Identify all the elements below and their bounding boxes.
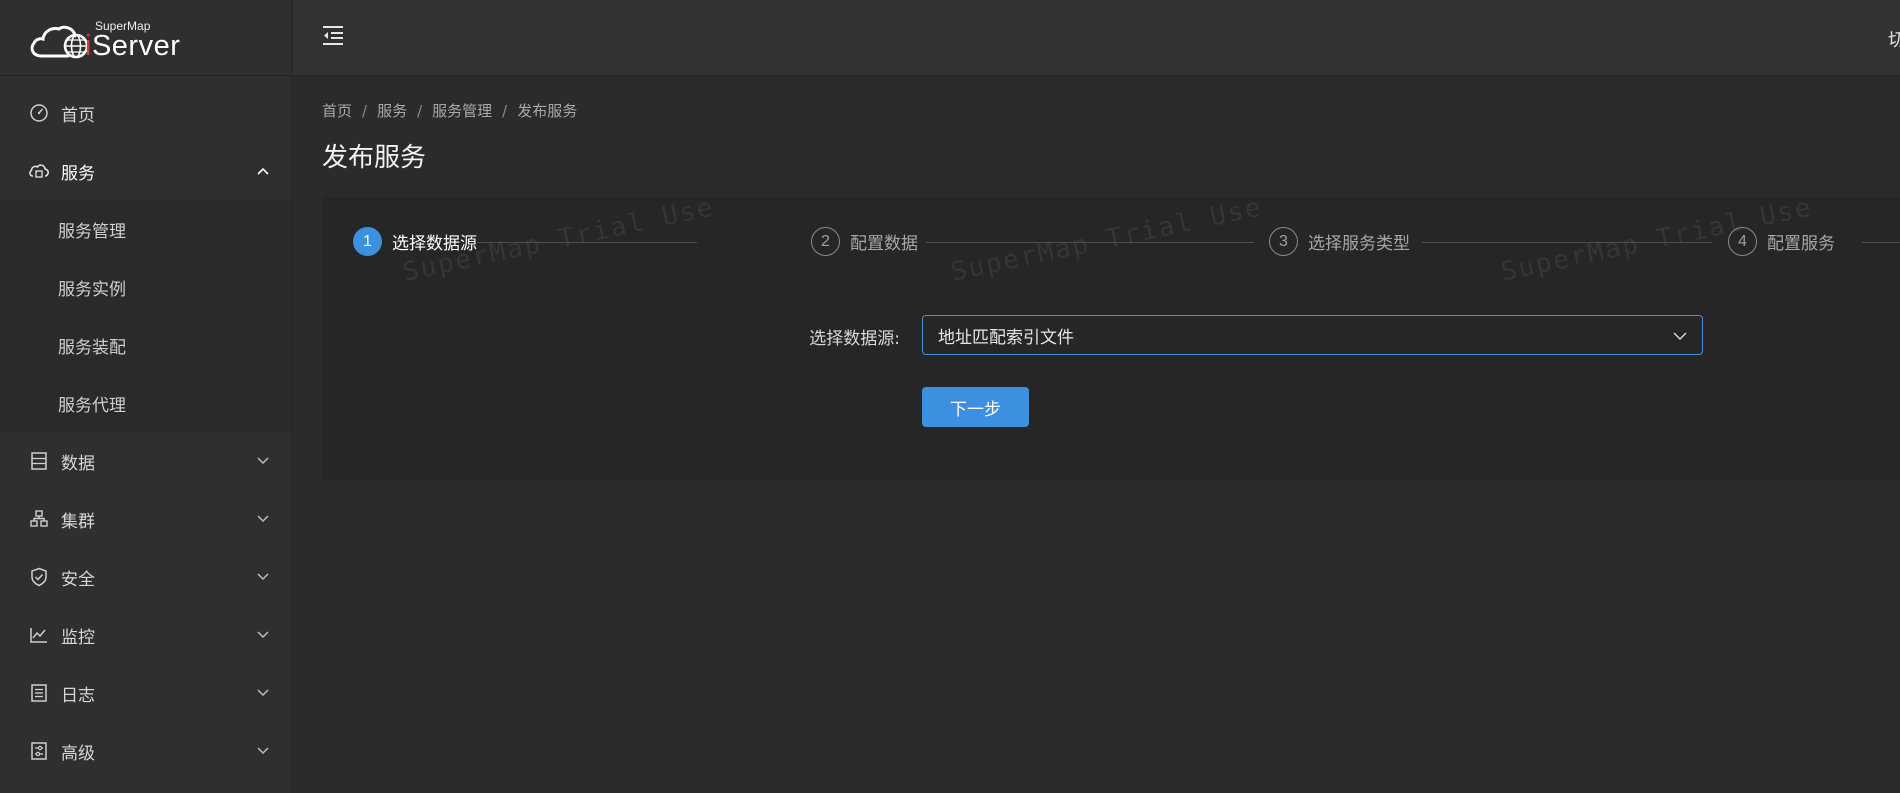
step-number: 1 [353, 227, 382, 256]
database-icon [28, 450, 50, 472]
sidebar-item-label: 集群 [61, 511, 95, 532]
sidebar-subitem-service-management[interactable]: 服务管理 [0, 200, 291, 258]
datasource-selected-value: 地址匹配索引文件 [938, 327, 1074, 348]
sidebar-item-cluster[interactable]: 集群 [0, 490, 291, 548]
header-switch-button[interactable]: 切 [1888, 26, 1900, 52]
sidebar-item-advanced[interactable]: 高级 [0, 722, 291, 780]
chevron-down-icon [257, 629, 269, 641]
sidebar: SuperMap iServer 首页 服务 服务管理 服务实例 服务装配 服务… [0, 0, 292, 793]
top-header: 切 [293, 0, 1900, 76]
sidebar-subitem-service-instances[interactable]: 服务实例 [0, 258, 291, 316]
logo-product-prefix: i [85, 29, 92, 62]
sidebar-subitem-service-assembly[interactable]: 服务装配 [0, 316, 291, 374]
sidebar-item-home[interactable]: 首页 [0, 84, 291, 142]
breadcrumb-service[interactable]: 服务 [377, 100, 407, 121]
step-connector [926, 242, 1254, 243]
dashboard-icon [28, 102, 50, 124]
step-select-service-type: 3 选择服务类型 [1269, 227, 1410, 256]
sidebar-item-label: 日志 [61, 685, 95, 706]
app-logo[interactable]: SuperMap iServer [0, 0, 291, 76]
menu-fold-icon[interactable] [321, 24, 347, 50]
chevron-down-icon [257, 745, 269, 757]
chevron-down-icon [257, 687, 269, 699]
step-label: 配置数据 [850, 234, 918, 254]
sidebar-item-label: 服务 [61, 163, 95, 184]
step-connector [477, 242, 697, 243]
chevron-up-icon [257, 165, 269, 177]
sidebar-subitem-service-proxy[interactable]: 服务代理 [0, 374, 291, 432]
step-label: 配置服务 [1767, 234, 1835, 254]
datasource-form-row: 选择数据源: 地址匹配索引文件 [322, 315, 1900, 355]
step-select-datasource: 1 选择数据源 [353, 227, 477, 256]
logo-product-name: Server [91, 29, 181, 62]
step-connector [1862, 242, 1900, 243]
datasource-label: 选择数据源: [809, 329, 900, 349]
chevron-down-icon [257, 455, 269, 467]
chevron-down-icon [257, 513, 269, 525]
logo-lockup: SuperMap iServer [28, 16, 198, 63]
sidebar-item-label: 高级 [61, 743, 95, 764]
cloud-globe-icon [30, 25, 89, 58]
step-label: 选择数据源 [392, 234, 477, 254]
sidebar-item-label: 安全 [61, 569, 95, 590]
wizard-steps: 1 选择数据源 2 配置数据 3 选择服务类型 4 配置服务 [322, 197, 1900, 287]
sidebar-item-data[interactable]: 数据 [0, 432, 291, 490]
datasource-select[interactable]: 地址匹配索引文件 [922, 315, 1703, 355]
chevron-down-icon [257, 571, 269, 583]
sidebar-menu: 首页 服务 服务管理 服务实例 服务装配 服务代理 数据 集群 安全 监控 日志… [0, 76, 291, 780]
page-title: 发布服务 [322, 143, 427, 173]
breadcrumb-publish-service: 发布服务 [517, 102, 578, 120]
step-number: 4 [1728, 227, 1757, 256]
publish-wizard-card: SuperMap Trial Use SuperMap Trial Use Su… [322, 192, 1900, 480]
sidebar-item-log[interactable]: 日志 [0, 664, 291, 722]
breadcrumb: 首页 / 服务 / 服务管理 / 发布服务 [322, 100, 577, 121]
logo-product: iServer [85, 30, 180, 63]
sidebar-item-label: 数据 [61, 453, 95, 474]
log-icon [28, 682, 50, 704]
sidebar-item-service[interactable]: 服务 [0, 142, 291, 200]
sidebar-item-label: 监控 [61, 627, 95, 648]
cluster-icon [28, 508, 50, 530]
line-chart-icon [28, 624, 50, 646]
main-content: 首页 / 服务 / 服务管理 / 发布服务 发布服务 SuperMap Tria… [293, 77, 1900, 793]
chevron-down-icon [1672, 328, 1688, 344]
cloud-service-icon [28, 160, 50, 182]
sidebar-item-label: 首页 [61, 105, 95, 126]
step-label: 选择服务类型 [1308, 234, 1410, 254]
step-connector [1422, 242, 1712, 243]
sidebar-submenu-service: 服务管理 服务实例 服务装配 服务代理 [0, 200, 291, 432]
next-step-button[interactable]: 下一步 [922, 387, 1029, 427]
step-configure-service: 4 配置服务 [1728, 227, 1835, 256]
step-number: 2 [811, 227, 840, 256]
breadcrumb-separator: / [362, 101, 368, 120]
step-configure-data: 2 配置数据 [811, 227, 918, 256]
advanced-icon [28, 740, 50, 762]
sidebar-item-monitor[interactable]: 监控 [0, 606, 291, 664]
breadcrumb-home[interactable]: 首页 [322, 100, 352, 121]
breadcrumb-separator: / [502, 101, 508, 120]
step-number: 3 [1269, 227, 1298, 256]
breadcrumb-separator: / [417, 101, 423, 120]
sidebar-item-security[interactable]: 安全 [0, 548, 291, 606]
shield-icon [28, 566, 50, 588]
breadcrumb-service-management[interactable]: 服务管理 [432, 100, 492, 121]
